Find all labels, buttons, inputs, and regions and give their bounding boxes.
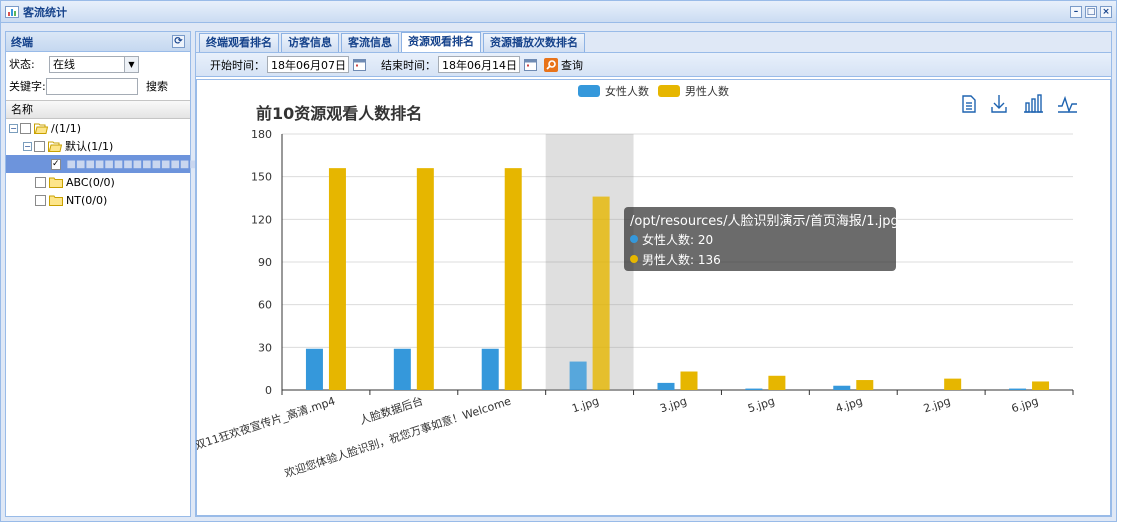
start-time-label: 开始时间： bbox=[210, 58, 265, 72]
tree-node-abc[interactable]: ABC(0/0) bbox=[6, 173, 190, 191]
folder-open-icon bbox=[48, 141, 62, 152]
content-panel: 终端观看排名 访客信息 客流信息 资源观看排名 资源播放次数排名 开始时间： 1… bbox=[193, 31, 1112, 517]
window-title: 客流统计 bbox=[23, 5, 67, 19]
folder-icon bbox=[49, 195, 63, 206]
y-tick-label: 150 bbox=[251, 171, 272, 184]
y-tick-label: 60 bbox=[258, 299, 272, 312]
legend-label[interactable]: 女性人数 bbox=[605, 84, 649, 98]
tree-node-label: ■■■■■■■■■■■■■■ bbox=[66, 158, 199, 170]
end-date-field[interactable]: 18年06月14日 bbox=[438, 56, 537, 73]
chart-tooltip: /opt/resources/人脸识别演示/首页海报/1.jpg 女性人数: 2… bbox=[624, 207, 899, 271]
maximize-button[interactable]: □ bbox=[1085, 5, 1097, 18]
title-bar: 客流统计 – □ × bbox=[1, 1, 1116, 23]
status-row: 状态: 在线 ▼ bbox=[6, 54, 190, 74]
y-tick-label: 180 bbox=[251, 128, 272, 141]
y-tick-label: 0 bbox=[265, 384, 272, 397]
end-date-value: 18年06月14日 bbox=[442, 58, 517, 72]
bar-male[interactable] bbox=[944, 378, 962, 390]
y-tick-label: 30 bbox=[258, 341, 272, 354]
bar-male[interactable] bbox=[1032, 381, 1050, 390]
legend-label[interactable]: 男性人数 bbox=[685, 84, 729, 98]
keyword-label: 关键字: bbox=[9, 80, 46, 93]
start-date-value: 18年06月07日 bbox=[271, 58, 346, 72]
tab-resource-ranking[interactable]: 资源观看排名 bbox=[401, 32, 481, 52]
bar-female[interactable] bbox=[833, 385, 851, 390]
query-search-icon[interactable] bbox=[544, 57, 558, 72]
tab-bar: 终端观看排名 访客信息 客流信息 资源观看排名 资源播放次数排名 bbox=[196, 32, 1111, 53]
bar-female[interactable] bbox=[393, 348, 411, 390]
bar-male[interactable] bbox=[680, 371, 698, 390]
bar-male[interactable] bbox=[768, 375, 786, 390]
status-select[interactable]: 在线 ▼ bbox=[49, 55, 139, 73]
bar-female[interactable] bbox=[481, 348, 499, 390]
y-tick-label: 90 bbox=[258, 256, 272, 269]
collapse-icon[interactable]: − bbox=[9, 123, 18, 133]
tooltip-female-dot bbox=[630, 235, 638, 243]
legend-swatch[interactable] bbox=[658, 85, 680, 97]
tooltip-female-row: 女性人数: 20 bbox=[642, 232, 713, 247]
bar-female[interactable] bbox=[1009, 388, 1027, 390]
bar-female[interactable] bbox=[569, 361, 587, 390]
bar-male[interactable] bbox=[856, 380, 874, 390]
terminal-panel-title: 终端 bbox=[11, 35, 33, 49]
folder-icon bbox=[49, 177, 63, 188]
chart-title: 前10资源观看人数排名 bbox=[256, 104, 422, 123]
end-time-label: 结束时间： bbox=[381, 58, 436, 72]
tab-terminal-ranking[interactable]: 终端观看排名 bbox=[199, 33, 279, 52]
query-button[interactable]: 查询 bbox=[561, 57, 583, 73]
bar-male[interactable] bbox=[592, 196, 610, 390]
tree-node-label: 默认(1/1) bbox=[65, 140, 114, 153]
bar-male[interactable] bbox=[504, 168, 522, 390]
tree-checkbox[interactable] bbox=[35, 176, 46, 188]
legend-swatch[interactable] bbox=[578, 85, 600, 97]
keyword-row: 关键字: 搜索 bbox=[6, 76, 190, 96]
close-button[interactable]: × bbox=[1100, 5, 1112, 18]
bar-female[interactable] bbox=[657, 382, 675, 390]
window: 客流统计 – □ × 终端 ⟳ 状态: 在线 ▼ 关键字: 搜索 名称 − /(… bbox=[0, 0, 1117, 522]
refresh-icon[interactable]: ⟳ bbox=[172, 35, 185, 48]
tree-checkbox[interactable] bbox=[35, 194, 46, 206]
bar-male[interactable] bbox=[328, 168, 346, 390]
tab-visitor-info[interactable]: 访客信息 bbox=[281, 33, 339, 52]
y-tick-label: 120 bbox=[251, 213, 272, 226]
tree-checkbox[interactable] bbox=[20, 122, 31, 134]
search-button[interactable]: 搜索 bbox=[146, 78, 168, 94]
tree-checkbox[interactable] bbox=[34, 140, 45, 152]
tooltip-title: /opt/resources/人脸识别演示/首页海报/1.jpg bbox=[630, 213, 899, 229]
tree-node-root[interactable]: − /(1/1) bbox=[6, 119, 190, 137]
folder-open-icon bbox=[34, 123, 48, 134]
calendar-icon[interactable] bbox=[353, 58, 366, 71]
hover-highlight bbox=[545, 134, 634, 390]
bar-female[interactable] bbox=[305, 348, 323, 390]
tooltip-male-dot bbox=[630, 255, 638, 263]
bar-chart: 女性人数 男性人数 前10资源观看人数排名 0306090120150180 双… bbox=[193, 79, 1111, 516]
status-label: 状态: bbox=[9, 58, 35, 71]
tab-passenger-flow[interactable]: 客流信息 bbox=[341, 33, 399, 52]
tooltip-male-row: 男性人数: 136 bbox=[642, 252, 721, 267]
tab-playback-ranking[interactable]: 资源播放次数排名 bbox=[483, 33, 585, 52]
tree-checkbox-checked[interactable]: ✓ bbox=[51, 158, 61, 170]
terminal-panel: 终端 ⟳ 状态: 在线 ▼ 关键字: 搜索 名称 − /(1/1) − 默认(1… bbox=[5, 31, 199, 517]
terminal-panel-header: 终端 ⟳ bbox=[6, 32, 190, 52]
tree-column-header: 名称 bbox=[6, 100, 190, 119]
minimize-button[interactable]: – bbox=[1070, 5, 1082, 18]
date-toolbar: 开始时间： 18年06月07日 结束时间： 18年06月14日 查询 bbox=[196, 53, 1111, 77]
chevron-down-icon[interactable]: ▼ bbox=[124, 56, 138, 72]
tree-node-label: ABC(0/0) bbox=[66, 175, 115, 189]
chart-area: 女性人数 男性人数 前10资源观看人数排名 0 30 60 90 120 150… bbox=[193, 79, 1111, 516]
bar-male[interactable] bbox=[416, 168, 434, 390]
tree-node-device[interactable]: ✓ ■■■■■■■■■■■■■■ bbox=[6, 155, 199, 173]
bar-female[interactable] bbox=[745, 388, 763, 390]
tree-node-default[interactable]: − 默认(1/1) bbox=[6, 137, 190, 155]
chart-app-icon bbox=[5, 5, 19, 18]
calendar-icon[interactable] bbox=[524, 58, 537, 71]
collapse-icon[interactable]: − bbox=[23, 141, 32, 151]
keyword-input[interactable] bbox=[46, 77, 138, 95]
status-select-value: 在线 bbox=[53, 58, 75, 71]
highlight-band bbox=[545, 134, 634, 390]
tree-node-nt[interactable]: NT(0/0) bbox=[6, 191, 190, 209]
tree-node-label: /(1/1) bbox=[51, 121, 81, 135]
tree-node-label: NT(0/0) bbox=[66, 193, 108, 207]
start-date-field[interactable]: 18年06月07日 bbox=[267, 56, 366, 73]
